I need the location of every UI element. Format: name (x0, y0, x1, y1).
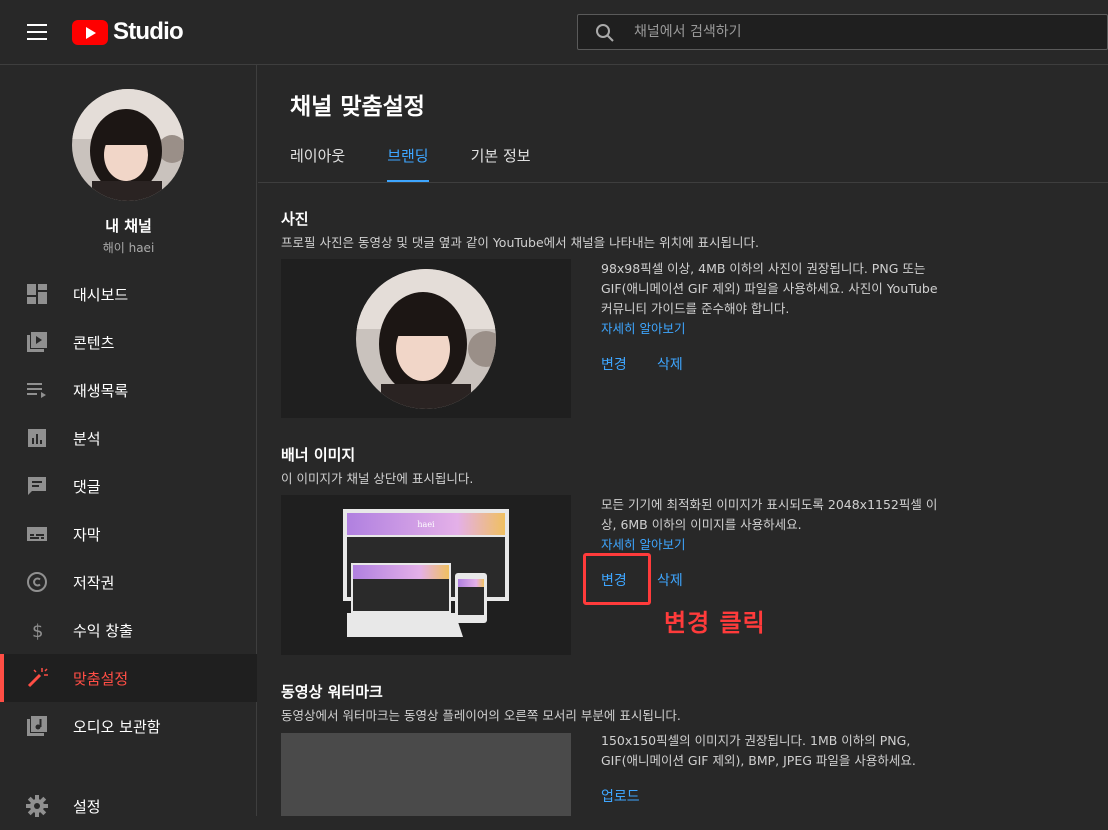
banner-preview: haei (281, 495, 571, 655)
photo-section-title: 사진 (281, 210, 309, 228)
main-content: 채널 맞춤설정 레이아웃 브랜딩 기본 정보 사진 프로필 사진은 동영상 및 … (258, 65, 1108, 816)
logo-text: Studio (113, 18, 184, 45)
youtube-studio-logo[interactable]: Studio (72, 18, 184, 46)
sidebar-item-copyright[interactable]: 저작권 (0, 558, 257, 606)
sidebar-item-label: 콘텐츠 (73, 333, 115, 352)
photo-info-text: 98x98픽셀 이상, 4MB 이하의 사진이 권장됩니다. PNG 또는 GI… (601, 261, 938, 316)
banner-section-title: 배너 이미지 (281, 446, 356, 464)
sidebar-item-customization[interactable]: 맞춤설정 (0, 654, 257, 702)
subtitles-icon (27, 527, 47, 541)
watermark-upload-button[interactable]: 업로드 (601, 786, 640, 806)
sidebar-item-label: 대시보드 (73, 285, 129, 304)
content-icon (27, 332, 47, 352)
search-input[interactable] (634, 15, 1094, 49)
photo-delete-button[interactable]: 삭제 (657, 354, 683, 374)
sidebar-item-label: 설정 (73, 797, 101, 816)
sidebar-item-comments[interactable]: 댓글 (0, 462, 257, 510)
sidebar-item-label: 맞춤설정 (73, 669, 129, 688)
sidebar-item-playlists[interactable]: 재생목록 (0, 366, 257, 414)
sidebar-item-content[interactable]: 콘텐츠 (0, 318, 257, 366)
channel-avatar[interactable] (72, 89, 184, 201)
sidebar-item-label: 오디오 보관함 (73, 717, 161, 736)
banner-learn-more-link[interactable]: 자세히 알아보기 (601, 537, 685, 552)
tabs-divider (258, 182, 1108, 183)
sidebar-item-label: 댓글 (73, 477, 101, 496)
menu-icon[interactable] (27, 24, 47, 40)
profile-photo (356, 269, 496, 409)
top-bar: Studio (0, 0, 1108, 65)
banner-delete-button[interactable]: 삭제 (657, 570, 683, 590)
sidebar-item-label: 분석 (73, 429, 101, 448)
sidebar-item-label: 자막 (73, 525, 101, 544)
dashboard-icon (27, 284, 47, 304)
sidebar-item-dashboard[interactable]: 대시보드 (0, 270, 257, 318)
sidebar-item-analytics[interactable]: 분석 (0, 414, 257, 462)
tab-bar: 레이아웃 브랜딩 기본 정보 (290, 145, 573, 183)
sidebar-item-label: 저작권 (73, 573, 115, 592)
gear-icon (26, 795, 48, 817)
svg-text:$: $ (32, 621, 43, 642)
search-icon (596, 24, 614, 42)
watermark-info: 150x150픽셀의 이미지가 권장됩니다. 1MB 이하의 PNG, GIF(… (601, 731, 946, 771)
tab-branding[interactable]: 브랜딩 (387, 145, 430, 183)
channel-handle: 해이 haei (102, 241, 155, 255)
tab-layout[interactable]: 레이아웃 (290, 145, 345, 183)
watermark-preview (281, 733, 571, 816)
sidebar-item-audio-library[interactable]: 오디오 보관함 (0, 702, 257, 750)
page-title: 채널 맞춤설정 (290, 94, 425, 120)
device-mockup: haei (343, 509, 509, 637)
highlight-box (583, 553, 651, 605)
magic-wand-icon (27, 668, 48, 688)
banner-section-desc: 이 이미지가 채널 상단에 표시됩니다. (281, 471, 474, 486)
annotation-label: 변경 클릭 (664, 609, 766, 637)
youtube-play-icon (72, 19, 108, 45)
banner-info: 모든 기기에 최적화된 이미지가 표시되도록 2048x1152픽셀 이상, 6… (601, 495, 946, 555)
photo-info: 98x98픽셀 이상, 4MB 이하의 사진이 권장됩니다. PNG 또는 GI… (601, 259, 946, 339)
audio-library-icon (27, 716, 47, 736)
sidebar-item-label: 수익 창출 (73, 621, 133, 640)
sidebar: 내 채널 해이 haei 대시보드 콘텐츠 재생목록 분석 댓글 자막 저작권 … (0, 65, 257, 817)
photo-learn-more-link[interactable]: 자세히 알아보기 (601, 321, 685, 336)
photo-section-desc: 프로필 사진은 동영상 및 댓글 옆과 같이 YouTube에서 채널을 나타내… (281, 235, 760, 250)
sidebar-item-monetization[interactable]: $ 수익 창출 (0, 606, 257, 654)
mockup-banner-text: haei (417, 520, 435, 529)
sidebar-item-subtitles[interactable]: 자막 (0, 510, 257, 558)
comments-icon (28, 477, 46, 495)
playlist-icon (27, 383, 46, 398)
tab-basic-info[interactable]: 기본 정보 (471, 145, 531, 183)
profile-photo-preview (281, 259, 571, 418)
banner-info-text: 모든 기기에 최적화된 이미지가 표시되도록 2048x1152픽셀 이상, 6… (601, 497, 938, 532)
watermark-section-desc: 동영상에서 워터마크는 동영상 플레이어의 오른쪽 모서리 부분에 표시됩니다. (281, 708, 681, 723)
watermark-section-title: 동영상 워터마크 (281, 683, 383, 701)
channel-name: 내 채널 (105, 217, 152, 235)
sidebar-item-settings[interactable]: 설정 (0, 782, 257, 830)
search-box[interactable] (577, 14, 1108, 50)
dollar-icon: $ (32, 621, 43, 642)
watermark-info-text: 150x150픽셀의 이미지가 권장됩니다. 1MB 이하의 PNG, GIF(… (601, 733, 916, 768)
photo-change-button[interactable]: 변경 (601, 354, 627, 374)
sidebar-nav: 대시보드 콘텐츠 재생목록 분석 댓글 자막 저작권 $ 수익 창출 맞춤설정 … (0, 270, 257, 830)
sidebar-item-label: 재생목록 (73, 381, 129, 400)
copyright-icon (27, 572, 47, 592)
analytics-icon (28, 429, 46, 447)
